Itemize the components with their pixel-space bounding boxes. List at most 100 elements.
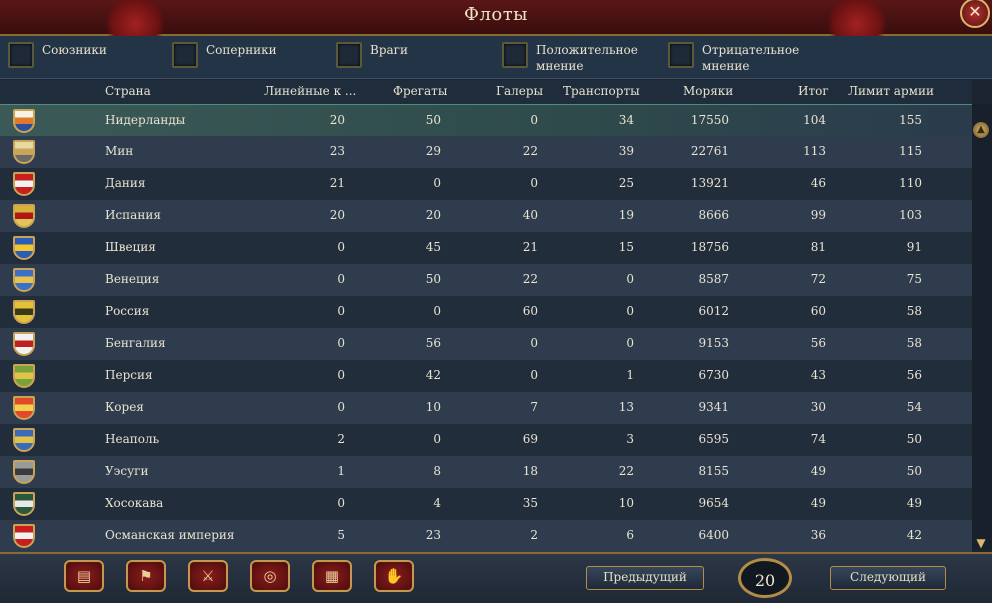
country-name: Персия xyxy=(105,368,153,382)
filter-rivals[interactable]: Соперники xyxy=(172,42,296,68)
flags-button[interactable]: ⚑ xyxy=(126,560,166,592)
cell-total: 113 xyxy=(803,144,826,158)
country-name: Швеция xyxy=(105,240,156,254)
table-row[interactable]: Хосокава 0 4 35 10 9654 49 49 xyxy=(0,488,972,520)
table-row[interactable]: Мин 23 29 22 39 22761 113 115 xyxy=(0,136,972,168)
column-frigates[interactable]: Фрегаты xyxy=(393,84,447,98)
country-flag-icon xyxy=(13,268,35,292)
cell-transports: 10 xyxy=(618,496,634,510)
cell-frigates: 23 xyxy=(425,528,441,542)
filter-enemies[interactable]: Враги xyxy=(336,42,450,68)
cell-army-limit: 54 xyxy=(906,400,922,414)
ledger-icon: ▤ xyxy=(76,567,92,585)
cell-ships-of-line: 0 xyxy=(337,304,345,318)
previous-button[interactable]: Предыдущий xyxy=(586,566,704,590)
cell-transports: 13 xyxy=(618,400,634,414)
table-row[interactable]: Бенгалия 0 56 0 0 9153 56 58 xyxy=(0,328,972,360)
table-row[interactable]: Османская империя 5 23 2 6 6400 36 42 xyxy=(0,520,972,552)
scroll-up-icon[interactable]: ▲ xyxy=(973,122,989,138)
country-flag-icon xyxy=(13,204,35,228)
filter-negative-opinion[interactable]: Отрицательное мнение xyxy=(668,42,812,74)
cell-frigates: 0 xyxy=(433,304,441,318)
cell-frigates: 0 xyxy=(433,432,441,446)
column-total[interactable]: Итог xyxy=(798,84,829,98)
country-flag-icon xyxy=(13,109,35,133)
column-ships-of-line[interactable]: Линейные к ... xyxy=(264,84,356,98)
cell-galleys: 22 xyxy=(522,272,538,286)
cell-ships-of-line: 0 xyxy=(337,496,345,510)
cell-army-limit: 49 xyxy=(906,496,922,510)
column-sailors[interactable]: Моряки xyxy=(683,84,733,98)
country-name: Дания xyxy=(105,176,146,190)
coins-icon: ◎ xyxy=(263,567,277,585)
table-row[interactable]: Неаполь 2 0 69 3 6595 74 50 xyxy=(0,424,972,456)
allies-checkbox[interactable] xyxy=(8,42,34,68)
country-name: Бенгалия xyxy=(105,336,166,350)
cell-frigates: 20 xyxy=(425,208,441,222)
cell-total: 72 xyxy=(810,272,826,286)
positive-opinion-label: Положительное мнение xyxy=(536,43,638,73)
economy-button[interactable]: ◎ xyxy=(250,560,290,592)
table-row[interactable]: Уэсуги 1 8 18 22 8155 49 50 xyxy=(0,456,972,488)
country-flag-icon xyxy=(13,364,35,388)
cell-army-limit: 155 xyxy=(899,113,922,127)
table-row[interactable]: Венеция 0 50 22 0 8587 72 75 xyxy=(0,264,972,296)
cell-galleys: 7 xyxy=(530,400,538,414)
column-galleys[interactable]: Галеры xyxy=(496,84,543,98)
cell-transports: 0 xyxy=(626,272,634,286)
cell-ships-of-line: 21 xyxy=(329,176,345,190)
cell-sailors: 6730 xyxy=(698,368,729,382)
cell-galleys: 22 xyxy=(522,144,538,158)
military-button[interactable]: ⚔ xyxy=(188,560,228,592)
cell-ships-of-line: 0 xyxy=(337,272,345,286)
country-name: Россия xyxy=(105,304,150,318)
country-name: Испания xyxy=(105,208,161,222)
cell-sailors: 8666 xyxy=(698,208,729,222)
table-row[interactable]: Корея 0 10 7 13 9341 30 54 xyxy=(0,392,972,424)
negative-opinion-checkbox[interactable] xyxy=(668,42,694,68)
enemies-checkbox[interactable] xyxy=(336,42,362,68)
country-flag-icon xyxy=(13,460,35,484)
column-army-limit[interactable]: Лимит армии xyxy=(848,84,934,98)
cell-army-limit: 110 xyxy=(899,176,922,190)
table-row[interactable]: Россия 0 0 60 0 6012 60 58 xyxy=(0,296,972,328)
scrollbar-track[interactable] xyxy=(972,104,992,550)
cell-sailors: 6595 xyxy=(698,432,729,446)
cell-ships-of-line: 0 xyxy=(337,368,345,382)
table-row[interactable]: Персия 0 42 0 1 6730 43 56 xyxy=(0,360,972,392)
cell-total: 81 xyxy=(810,240,826,254)
rivals-checkbox[interactable] xyxy=(172,42,198,68)
filter-positive-opinion[interactable]: Положительное мнение xyxy=(502,42,646,74)
cell-total: 49 xyxy=(810,496,826,510)
cell-transports: 3 xyxy=(626,432,634,446)
positive-opinion-checkbox[interactable] xyxy=(502,42,528,68)
column-country[interactable]: Страна xyxy=(105,84,151,98)
scroll-down-icon[interactable]: ▼ xyxy=(973,536,989,552)
cell-army-limit: 75 xyxy=(906,272,922,286)
country-flag-icon xyxy=(13,524,35,548)
next-button[interactable]: Следующий xyxy=(830,566,946,590)
cell-ships-of-line: 0 xyxy=(337,400,345,414)
country-flag-icon xyxy=(13,396,35,420)
cell-sailors: 18756 xyxy=(690,240,729,254)
country-name: Неаполь xyxy=(105,432,160,446)
cell-transports: 19 xyxy=(618,208,634,222)
ledger-button[interactable]: ▤ xyxy=(64,560,104,592)
table-header: Страна Линейные к ... Фрегаты Галеры Тра… xyxy=(0,80,972,105)
table-row[interactable]: Дания 21 0 0 25 13921 46 110 xyxy=(0,168,972,200)
table-row[interactable]: Швеция 0 45 21 15 18756 81 91 xyxy=(0,232,972,264)
filter-allies[interactable]: Союзники xyxy=(8,42,122,68)
country-name: Мин xyxy=(105,144,134,158)
table-row[interactable]: Испания 20 20 40 19 8666 99 103 xyxy=(0,200,972,232)
title-bar: Флоты xyxy=(0,0,992,40)
cell-army-limit: 58 xyxy=(906,304,922,318)
column-transports[interactable]: Транспорты xyxy=(563,84,640,98)
cell-frigates: 4 xyxy=(433,496,441,510)
cell-total: 43 xyxy=(810,368,826,382)
cell-sailors: 8587 xyxy=(698,272,729,286)
trade-button[interactable]: ▦ xyxy=(312,560,352,592)
country-flag-icon xyxy=(13,428,35,452)
table-row[interactable]: Нидерланды 20 50 0 34 17550 104 155 xyxy=(0,104,972,137)
diplomacy-button[interactable]: ✋ xyxy=(374,560,414,592)
cell-total: 74 xyxy=(810,432,826,446)
